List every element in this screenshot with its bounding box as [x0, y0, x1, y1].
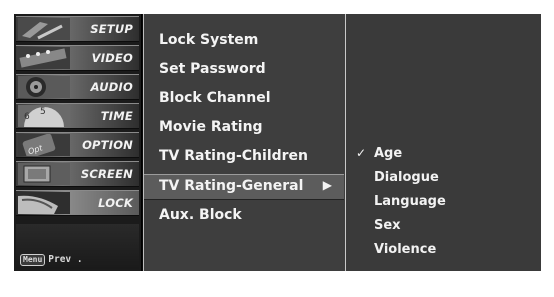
svg-text:5: 5: [40, 107, 46, 117]
submenu-item-language[interactable]: Language: [346, 192, 536, 214]
audio-icon: [18, 76, 70, 98]
sidebar-item-label: VIDEO: [91, 51, 133, 65]
submenu-item-label: Age: [374, 146, 403, 161]
setup-icon: [18, 18, 70, 40]
sidebar-footer: Menu Prev .: [16, 224, 139, 269]
checkmark-icon: ✓: [356, 146, 367, 160]
sidebar-item-label: TIME: [100, 109, 133, 123]
submenu-item-sex[interactable]: Sex: [346, 216, 536, 238]
sidebar-item-lock[interactable]: LOCK: [16, 190, 139, 216]
sidebar-item-setup[interactable]: SETUP: [16, 16, 139, 42]
menu-item-set-password[interactable]: Set Password: [144, 58, 344, 84]
menu-item-label: Movie Rating: [159, 119, 263, 135]
time-icon: 65: [18, 105, 70, 127]
menu-item-tv-rating-children[interactable]: TV Rating-Children: [144, 145, 344, 171]
lock-menu: Lock System Set Password Block Channel M…: [143, 14, 345, 271]
submenu-item-label: Violence: [374, 242, 437, 257]
menu-item-label: Set Password: [159, 61, 266, 77]
menu-key-icon: Menu: [20, 254, 46, 266]
menu-item-label: TV Rating-General: [159, 178, 304, 194]
sidebar-item-label: AUDIO: [90, 80, 133, 94]
prev-label: Prev .: [48, 254, 83, 265]
sidebar-item-time[interactable]: 65 TIME: [16, 103, 139, 129]
prev-hint[interactable]: Menu Prev .: [20, 254, 83, 266]
tv-screen: SETUP VIDEO AUDIO 65 TIME Opt OPTION SCR…: [0, 0, 554, 297]
svg-text:6: 6: [24, 112, 30, 122]
submenu-item-label: Sex: [374, 218, 401, 233]
submenu-item-violence[interactable]: Violence: [346, 240, 536, 262]
menu-item-label: Block Channel: [159, 90, 271, 106]
sidebar-item-option[interactable]: Opt OPTION: [16, 132, 139, 158]
sidebar-item-video[interactable]: VIDEO: [16, 45, 139, 71]
menu-item-tv-rating-general[interactable]: TV Rating-General ▶: [144, 174, 344, 200]
video-icon: [18, 47, 70, 69]
submenu-item-label: Language: [374, 194, 446, 209]
menu-item-label: Lock System: [159, 32, 259, 48]
submenu-item-label: Dialogue: [374, 170, 439, 185]
menu-item-label: Aux. Block: [159, 207, 242, 223]
osd-menu: SETUP VIDEO AUDIO 65 TIME Opt OPTION SCR…: [14, 14, 541, 271]
menu-item-label: TV Rating-Children: [159, 148, 309, 164]
screen-icon: [18, 163, 70, 185]
submenu-item-age[interactable]: ✓ Age: [346, 144, 536, 166]
tv-rating-general-submenu: ✓ Age Dialogue Language Sex Violence: [345, 14, 541, 271]
submenu-arrow-icon: ▶: [322, 178, 332, 192]
menu-item-movie-rating[interactable]: Movie Rating: [144, 116, 344, 142]
sidebar-item-screen[interactable]: SCREEN: [16, 161, 139, 187]
sidebar-item-label: SETUP: [90, 22, 133, 36]
sidebar-item-audio[interactable]: AUDIO: [16, 74, 139, 100]
menu-item-aux-block[interactable]: Aux. Block: [144, 204, 344, 230]
option-icon: Opt: [18, 134, 70, 156]
lock-icon: [18, 192, 70, 214]
menu-item-lock-system[interactable]: Lock System: [144, 29, 344, 55]
menu-item-block-channel[interactable]: Block Channel: [144, 87, 344, 113]
sidebar-item-label: OPTION: [82, 138, 133, 152]
sidebar-item-label: LOCK: [98, 196, 133, 210]
sidebar-item-label: SCREEN: [80, 167, 133, 181]
submenu-item-dialogue[interactable]: Dialogue: [346, 168, 536, 190]
sidebar: SETUP VIDEO AUDIO 65 TIME Opt OPTION SCR…: [14, 14, 142, 271]
